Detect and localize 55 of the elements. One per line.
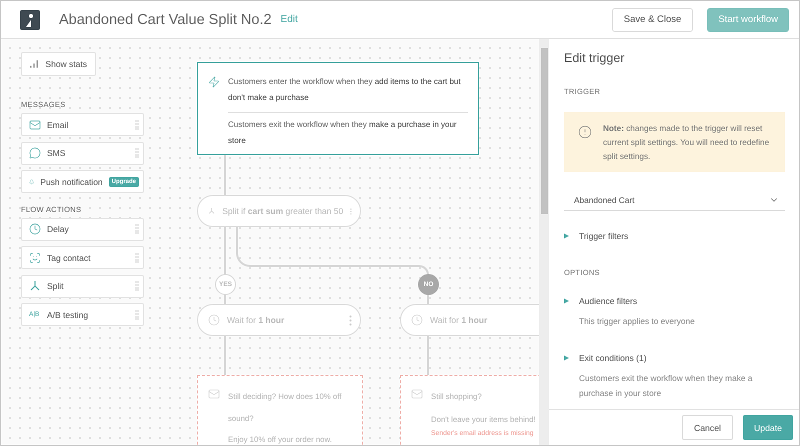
option-toggle[interactable]: Audience filters [564, 296, 785, 306]
clock-icon [208, 314, 220, 326]
palette-item-label: SMS [47, 148, 66, 158]
split-node-text: Split if cart sum greater than 50 [222, 206, 344, 216]
connector-line [224, 154, 226, 196]
caret-icon [564, 355, 569, 361]
envelope-icon [208, 388, 220, 400]
note-text: Note: changes made to the trigger will reset current split settings. You will need to redefine split settings. [603, 123, 770, 163]
trigger-filters-toggle[interactable]: Trigger filters [564, 231, 785, 241]
panel-title: Edit trigger [564, 51, 626, 65]
more-options-icon[interactable] [349, 314, 352, 326]
envelope-icon [411, 388, 423, 400]
lightning-icon [208, 76, 220, 88]
drag-handle-icon[interactable] [135, 252, 139, 262]
option-description: This trigger applies to everyone [579, 315, 696, 328]
palette-item[interactable]: SMS [21, 142, 144, 164]
caret-icon [564, 298, 569, 304]
trigger-exit-text: Customers exit the workflow when they make a purchase in your store [228, 119, 458, 147]
option-description: Customers exit the workflow when they make a purchase in your store [579, 372, 754, 400]
cancel-button[interactable]: Cancel [682, 415, 733, 440]
caret-icon [564, 233, 569, 239]
chat-bubble-icon [29, 147, 41, 159]
palette-item[interactable]: Email [21, 113, 144, 136]
palette-item-label: Email [47, 120, 68, 130]
show-stats-button[interactable]: Show stats [21, 52, 96, 76]
trigger-select[interactable]: Abandoned Cart [564, 189, 785, 211]
drag-handle-icon[interactable] [135, 148, 139, 158]
trigger-card[interactable]: Customers enter the workflow when they add items to the cart but don't make a purchase Customers exit the workflow when they make a purchase in your store [197, 62, 479, 155]
save-close-button[interactable]: Save & Close [612, 8, 694, 32]
palette-item[interactable]: Tag contact [21, 246, 144, 269]
logo-icon [20, 10, 40, 30]
palette-item-label: Push notification [40, 176, 103, 186]
palette-item[interactable]: Split [21, 274, 144, 298]
workflow-title: Abandoned Cart Value Split No.2 [59, 12, 272, 28]
palette-item-label: A/B testing [47, 310, 88, 320]
clock-icon [29, 223, 41, 235]
scrollbar[interactable] [539, 39, 549, 445]
palette-item-label: Tag contact [47, 252, 90, 262]
trigger-enter-text: Customers enter the workflow when they add items to the cart but don't make a purchase [228, 76, 462, 104]
palette-item-label: Split [47, 281, 64, 291]
option-toggle[interactable]: Exit conditions (1) [564, 353, 785, 363]
drag-handle-icon[interactable] [135, 281, 139, 291]
palette-item-label: Delay [47, 224, 69, 234]
drag-handle-icon[interactable] [135, 224, 139, 234]
bar-chart-icon [30, 60, 38, 68]
clock-icon [411, 314, 423, 326]
wait-node-text: Wait for 1 hour [227, 315, 284, 325]
drag-handle-icon[interactable] [135, 310, 139, 320]
alert-icon [578, 125, 592, 139]
wait-node-text: Wait for 1 hour [430, 315, 488, 325]
envelope-icon [29, 118, 41, 130]
drag-handle-icon[interactable] [135, 120, 139, 130]
fork-icon [29, 280, 41, 292]
palette-item[interactable]: Delay [21, 218, 144, 240]
person-frame-icon [29, 252, 41, 264]
